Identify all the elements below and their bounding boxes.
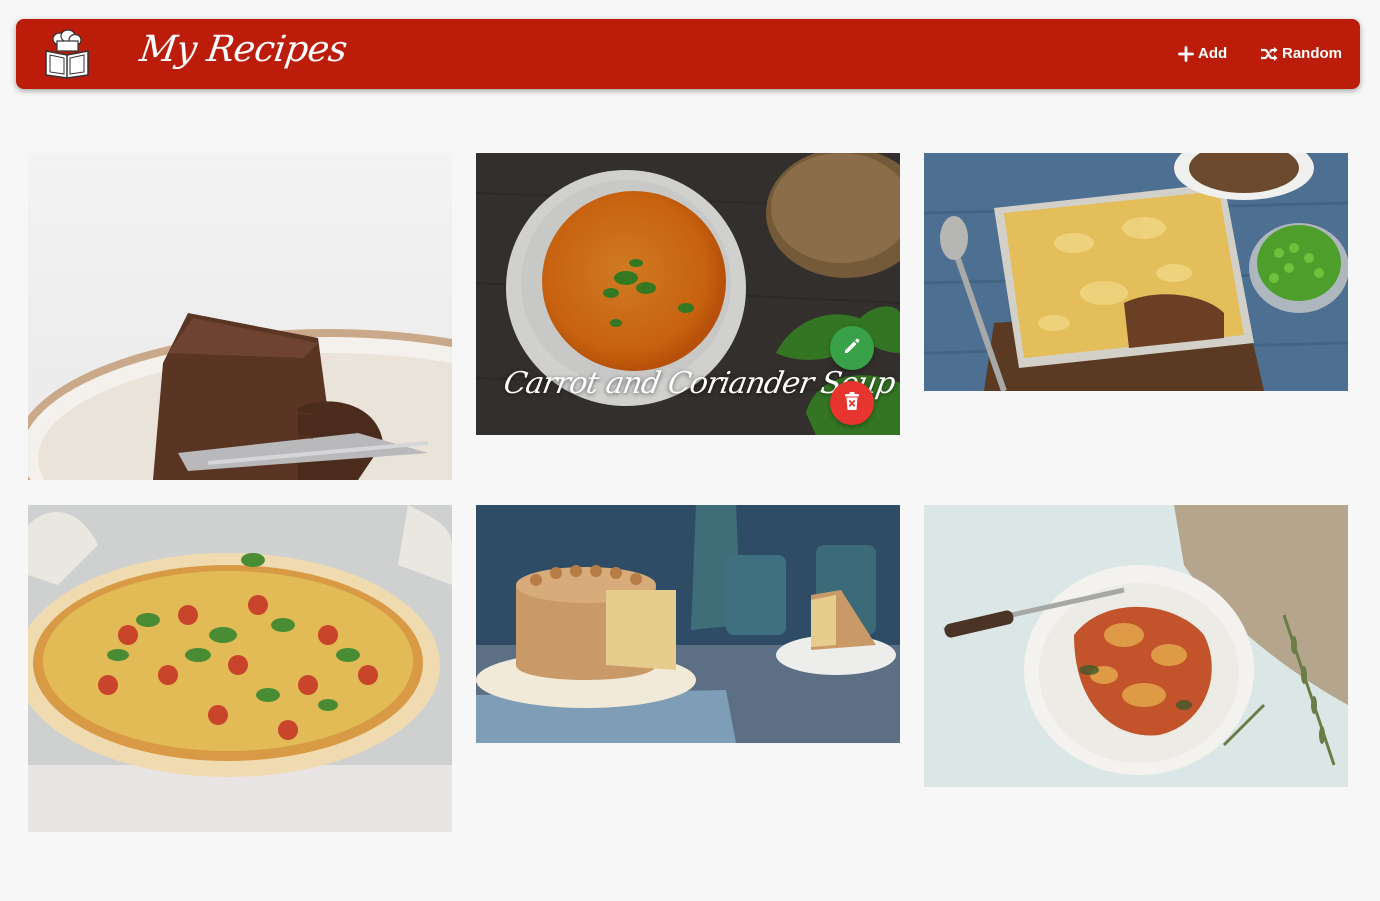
trash-icon <box>843 391 861 416</box>
shuffle-icon <box>1260 46 1278 62</box>
random-label: Random <box>1282 45 1342 62</box>
chef-book-icon[interactable] <box>42 29 92 79</box>
delete-button[interactable] <box>830 381 874 425</box>
pencil-icon <box>842 336 862 361</box>
recipe-image <box>924 153 1348 391</box>
recipe-card-caramel-cake[interactable] <box>476 505 900 743</box>
recipe-image <box>924 505 1348 787</box>
random-button[interactable]: Random <box>1260 43 1342 65</box>
recipe-card-lasagne[interactable] <box>924 505 1348 787</box>
recipe-image <box>28 505 452 832</box>
recipe-card-cottage-pie[interactable] <box>924 153 1348 391</box>
brand-title[interactable]: My Recipes <box>136 25 350 75</box>
recipe-card-chocolate-cake[interactable] <box>28 153 452 480</box>
navbar: My Recipes Add Random <box>16 19 1360 89</box>
plus-icon <box>1178 46 1194 62</box>
add-button[interactable]: Add <box>1178 43 1227 65</box>
recipe-card-pizza[interactable] <box>28 505 452 832</box>
add-label: Add <box>1198 45 1228 62</box>
recipe-card-carrot-soup[interactable]: Carrot and Coriander Soup <box>476 153 900 435</box>
recipe-image <box>28 153 452 480</box>
edit-button[interactable] <box>830 326 874 370</box>
recipe-image <box>476 505 900 743</box>
